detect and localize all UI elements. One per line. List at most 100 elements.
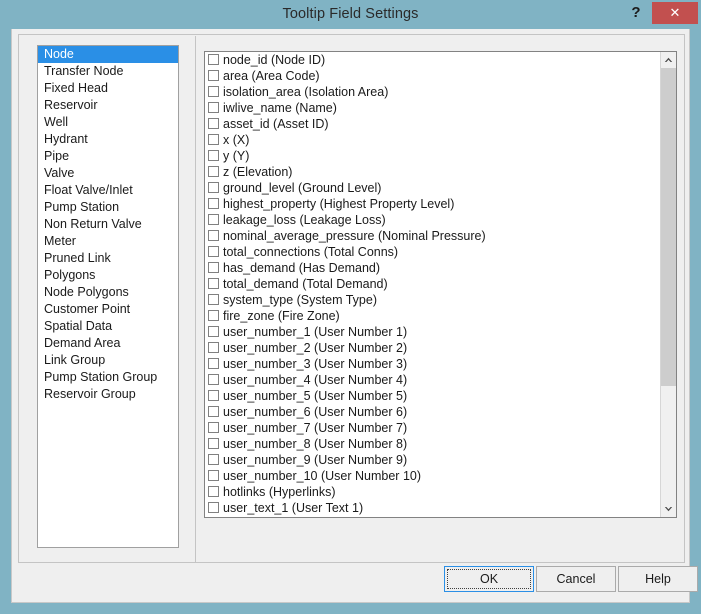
field-list-item[interactable]: asset_id (Asset ID) [205,116,661,132]
category-list-item[interactable]: Polygons [38,267,178,284]
field-list-item[interactable]: user_number_5 (User Number 5) [205,388,661,404]
scrollbar-thumb[interactable] [661,68,676,386]
category-list-item[interactable]: Pipe [38,148,178,165]
ok-button[interactable]: OK [444,566,534,592]
checkbox-icon[interactable] [208,70,219,81]
category-list-item[interactable]: Hydrant [38,131,178,148]
field-list-item[interactable]: nominal_average_pressure (Nominal Pressu… [205,228,661,244]
checkbox-icon[interactable] [208,166,219,177]
field-list-item[interactable]: total_connections (Total Conns) [205,244,661,260]
category-list-item[interactable]: Fixed Head [38,80,178,97]
category-list-item[interactable]: Well [38,114,178,131]
field-list-item[interactable]: area (Area Code) [205,68,661,84]
field-list-item[interactable]: z (Elevation) [205,164,661,180]
checkbox-icon[interactable] [208,214,219,225]
field-list-item[interactable]: user_number_10 (User Number 10) [205,468,661,484]
chevron-up-icon[interactable] [661,52,676,68]
category-listbox[interactable]: Node Transfer Node Fixed Head Reservoir Well… [37,45,179,548]
checkbox-icon[interactable] [208,182,219,193]
checkbox-icon[interactable] [208,470,219,481]
category-list-item[interactable]: Pruned Link [38,250,178,267]
category-item-label: Meter [44,234,76,248]
checkbox-icon[interactable] [208,342,219,353]
field-list-item[interactable]: user_number_4 (User Number 4) [205,372,661,388]
checkbox-icon[interactable] [208,502,219,513]
field-list-item[interactable]: isolation_area (Isolation Area) [205,84,661,100]
field-list-item[interactable]: user_number_7 (User Number 7) [205,420,661,436]
checkbox-icon[interactable] [208,486,219,497]
checkbox-icon[interactable] [208,198,219,209]
checkbox-icon[interactable] [208,102,219,113]
field-list-item[interactable]: hotlinks (Hyperlinks) [205,484,661,500]
field-item-label: leakage_loss (Leakage Loss) [223,213,386,227]
checkbox-icon[interactable] [208,310,219,321]
field-list-scrollbar[interactable] [660,52,676,517]
field-list-item[interactable]: leakage_loss (Leakage Loss) [205,212,661,228]
field-listbox[interactable]: node_id (Node ID) area (Area Code) isolati… [204,51,677,518]
checkbox-icon[interactable] [208,262,219,273]
category-list-item[interactable]: Reservoir [38,97,178,114]
checkbox-icon[interactable] [208,118,219,129]
dialog-client-area: Node Transfer Node Fixed Head Reservoir Well… [11,29,698,603]
category-list-item[interactable]: Link Group [38,352,178,369]
cancel-button[interactable]: Cancel [536,566,616,592]
checkbox-icon[interactable] [208,134,219,145]
category-list-item[interactable]: Valve [38,165,178,182]
category-list-item[interactable]: Spatial Data [38,318,178,335]
field-list-item[interactable]: user_number_8 (User Number 8) [205,436,661,452]
field-list-item[interactable]: total_demand (Total Demand) [205,276,661,292]
field-item-label: fire_zone (Fire Zone) [223,309,340,323]
field-list-item[interactable]: user_number_6 (User Number 6) [205,404,661,420]
field-list-item[interactable]: x (X) [205,132,661,148]
category-list-item[interactable]: Transfer Node [38,63,178,80]
field-list-item[interactable]: has_demand (Has Demand) [205,260,661,276]
checkbox-icon[interactable] [208,406,219,417]
close-icon[interactable]: ✕ [652,2,698,24]
category-list-item[interactable]: Pump Station [38,199,178,216]
checkbox-icon[interactable] [208,86,219,97]
field-list-item[interactable]: node_id (Node ID) [205,52,661,68]
checkbox-icon[interactable] [208,358,219,369]
category-item-label: Fixed Head [44,81,108,95]
category-list-item[interactable]: Node Polygons [38,284,178,301]
checkbox-icon[interactable] [208,422,219,433]
category-list-item[interactable]: Pump Station Group [38,369,178,386]
field-list-item[interactable]: user_number_9 (User Number 9) [205,452,661,468]
checkbox-icon[interactable] [208,54,219,65]
field-list-item[interactable]: ground_level (Ground Level) [205,180,661,196]
checkbox-icon[interactable] [208,390,219,401]
field-list-item[interactable]: y (Y) [205,148,661,164]
field-list-item[interactable]: user_text_1 (User Text 1) [205,500,661,516]
category-list-item[interactable]: Non Return Valve [38,216,178,233]
field-list-item[interactable]: user_number_1 (User Number 1) [205,324,661,340]
dialog-window: Tooltip Field Settings ? ✕ Node Transfer … [0,0,701,614]
checkbox-icon[interactable] [208,326,219,337]
checkbox-icon[interactable] [208,246,219,257]
category-item-label: Reservoir Group [44,387,136,401]
checkbox-icon[interactable] [208,230,219,241]
checkbox-icon[interactable] [208,150,219,161]
checkbox-icon[interactable] [208,294,219,305]
checkbox-icon[interactable] [208,454,219,465]
category-list-item[interactable]: Reservoir Group [38,386,178,403]
category-list-item[interactable]: Node [38,46,178,63]
checkbox-icon[interactable] [208,374,219,385]
field-list-item[interactable]: user_number_3 (User Number 3) [205,356,661,372]
field-list-item[interactable]: system_type (System Type) [205,292,661,308]
category-list-item[interactable]: Customer Point [38,301,178,318]
chevron-down-icon[interactable] [661,501,676,517]
field-item-label: z (Elevation) [223,165,293,179]
help-button[interactable]: Help [618,566,698,592]
checkbox-icon[interactable] [208,278,219,289]
category-list-item[interactable]: Meter [38,233,178,250]
field-list-item[interactable]: user_number_2 (User Number 2) [205,340,661,356]
field-list-item[interactable]: fire_zone (Fire Zone) [205,308,661,324]
checkbox-icon[interactable] [208,438,219,449]
category-item-label: Transfer Node [44,64,124,78]
panel-divider [195,36,196,563]
titlebar-help-icon[interactable]: ? [623,0,649,25]
category-list-item[interactable]: Demand Area [38,335,178,352]
category-list-item[interactable]: Float Valve/Inlet [38,182,178,199]
field-list-item[interactable]: highest_property (Highest Property Level… [205,196,661,212]
field-list-item[interactable]: iwlive_name (Name) [205,100,661,116]
